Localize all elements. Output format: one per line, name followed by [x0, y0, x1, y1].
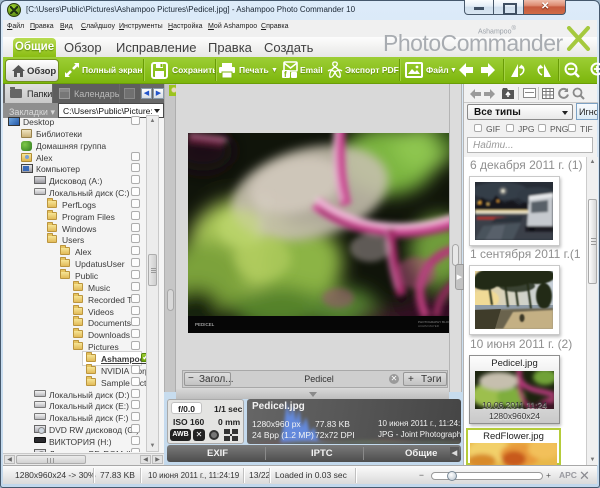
svg-text:ACHIM MAYER: ACHIM MAYER — [418, 324, 440, 328]
svg-text:f: f — [284, 70, 287, 79]
svg-text:PEDICEL: PEDICEL — [195, 322, 215, 327]
